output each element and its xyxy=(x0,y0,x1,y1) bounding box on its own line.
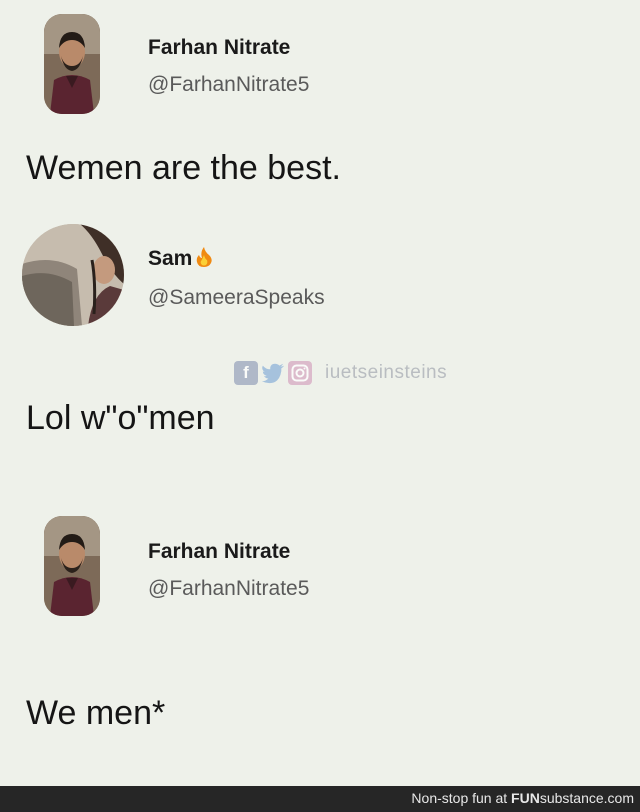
twitter-icon xyxy=(261,361,285,385)
tweet-header-1: Farhan Nitrate @FarhanNitrate5 xyxy=(0,14,640,124)
avatar[interactable] xyxy=(44,14,100,114)
display-name-text: Sam xyxy=(148,247,193,270)
tweet-header-3: Farhan Nitrate @FarhanNitrate5 xyxy=(0,516,640,626)
tweet-text: Wemen are the best. xyxy=(26,149,341,187)
user-handle[interactable]: @FarhanNitrate5 xyxy=(148,73,309,97)
display-name[interactable]: Farhan Nitrate xyxy=(148,540,290,564)
user-handle[interactable]: @SameeraSpeaks xyxy=(148,286,325,310)
footer-brand-rest: substance.com xyxy=(539,790,634,806)
user-handle[interactable]: @FarhanNitrate5 xyxy=(148,577,309,601)
tweet-text: We men* xyxy=(26,694,166,732)
tweet-text: Lol w"o"men xyxy=(26,399,215,437)
fire-icon xyxy=(195,246,213,274)
watermark-text: iuetseinsteins xyxy=(325,362,448,383)
avatar[interactable] xyxy=(44,516,100,616)
avatar[interactable] xyxy=(22,224,124,326)
footer-link[interactable]: Non-stop fun at FUNsubstance.com xyxy=(411,790,634,806)
tweet-header-2: Sam @SameeraSpeaks xyxy=(0,224,640,334)
footer-brand-bold: FUN xyxy=(511,790,540,806)
instagram-icon xyxy=(288,361,312,385)
display-name[interactable]: Farhan Nitrate xyxy=(148,36,290,60)
social-watermark: f iuetseinsteins xyxy=(234,359,447,387)
display-name[interactable]: Sam xyxy=(148,246,213,274)
site-footer: Non-stop fun at FUNsubstance.com xyxy=(0,786,640,812)
footer-prefix: Non-stop fun at xyxy=(411,790,512,806)
facebook-icon: f xyxy=(234,361,258,385)
